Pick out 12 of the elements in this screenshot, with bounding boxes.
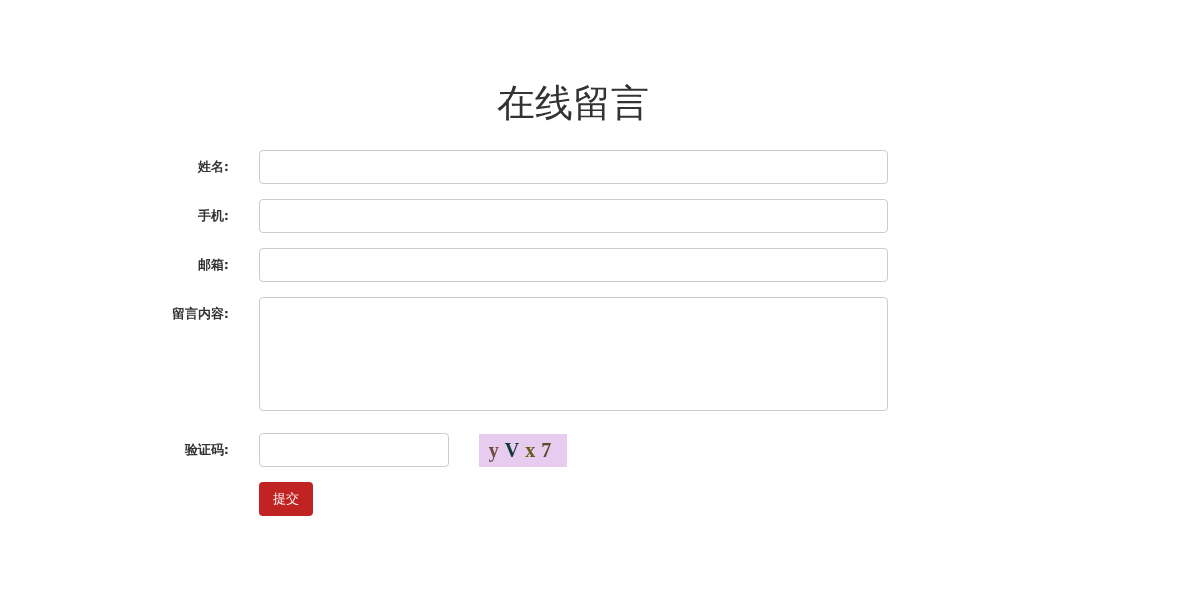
page-title: 在线留言	[497, 80, 649, 127]
field-label: 留言内容:	[171, 305, 229, 324]
text-field[interactable]	[259, 150, 888, 184]
submit-button[interactable]: 提交	[259, 482, 313, 516]
field-label: 邮箱:	[197, 256, 229, 275]
field-label: 验证码:	[184, 441, 229, 460]
text-field[interactable]	[259, 248, 888, 282]
field-label: 手机:	[197, 207, 229, 226]
field-label: 姓名:	[197, 158, 229, 177]
message-field[interactable]	[259, 297, 888, 411]
captcha-field[interactable]	[259, 433, 449, 467]
text-field[interactable]	[259, 199, 888, 233]
